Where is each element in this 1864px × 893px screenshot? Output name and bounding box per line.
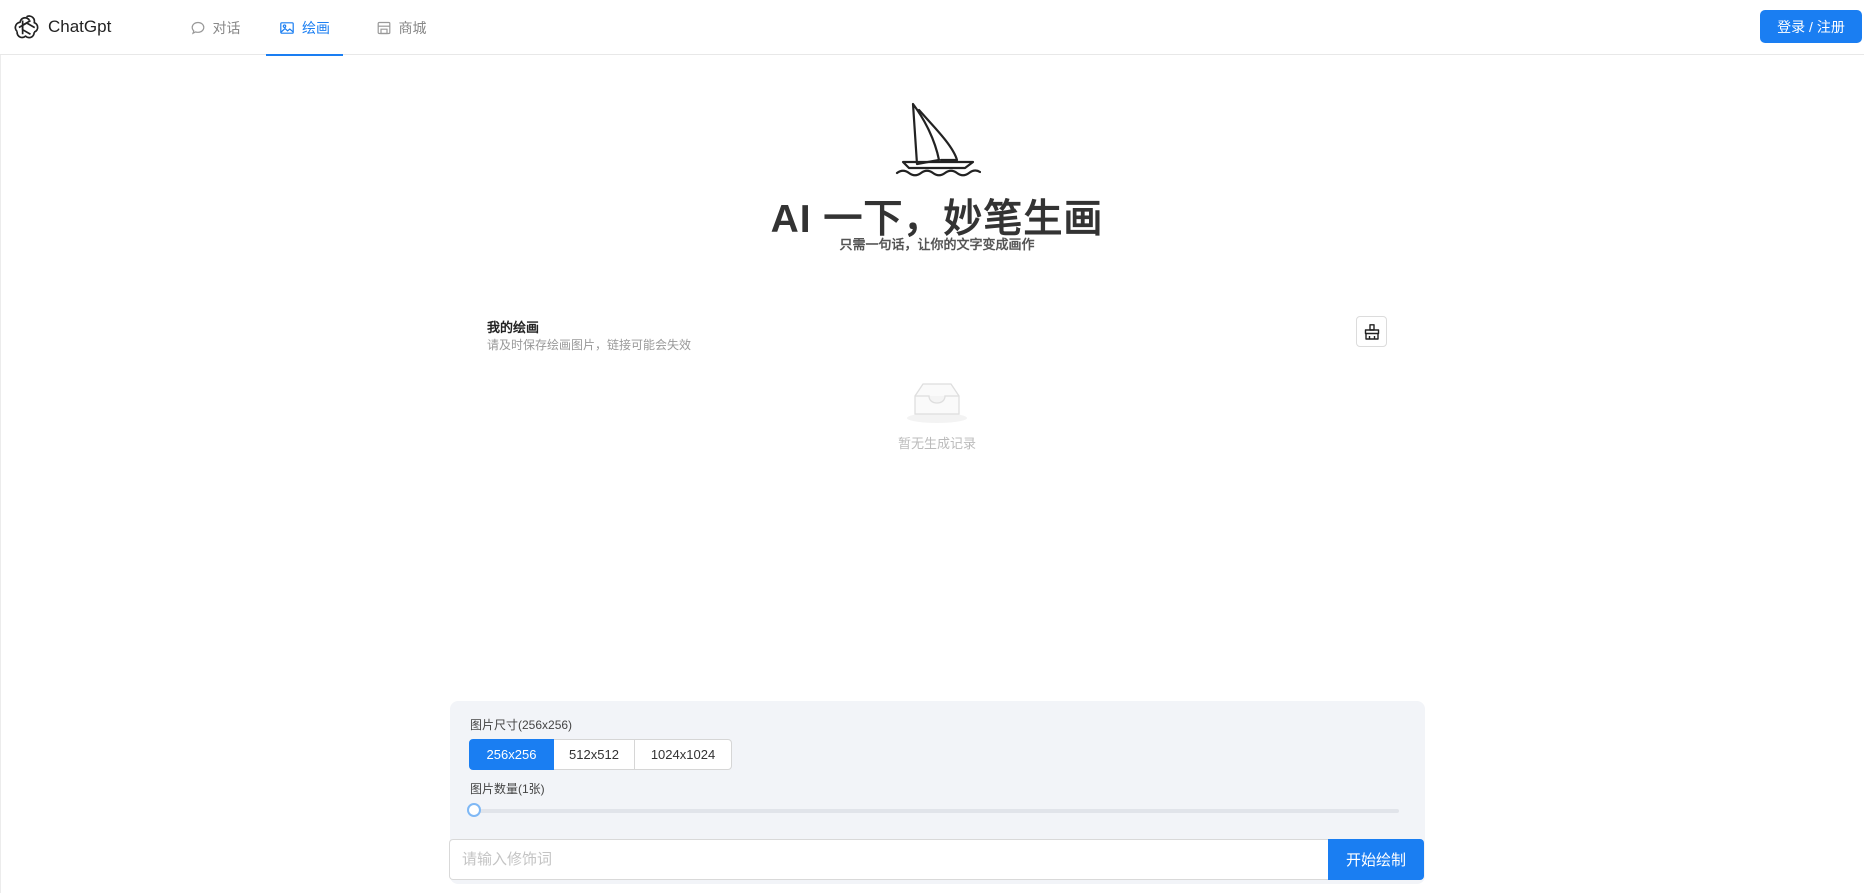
image-count-slider-track[interactable] [473, 809, 1399, 813]
login-register-button[interactable]: 登录 / 注册 [1760, 10, 1862, 43]
store-icon [376, 20, 392, 36]
empty-inbox-icon [907, 383, 967, 423]
sailboat-logo-icon [895, 102, 981, 177]
chat-bubble-icon [190, 20, 206, 36]
my-drawings-title: 我的绘画 [487, 320, 540, 335]
nav-tab-store[interactable]: 商城 [366, 0, 436, 55]
my-drawings-subtitle: 请及时保存绘画图片，链接可能会失效 [487, 338, 692, 352]
main-nav: 对话 绘画 商城 [170, 0, 427, 56]
nav-tab-store-label: 商城 [398, 19, 427, 36]
brand-logo[interactable]: ChatGpt [12, 12, 111, 42]
nav-tab-draw[interactable]: 绘画 [266, 0, 343, 56]
start-drawing-button[interactable]: 开始绘制 [1328, 839, 1424, 880]
top-header: ChatGpt 对话 绘画 商城 登录 / 注册 [0, 0, 1864, 56]
nav-tab-chat[interactable]: 对话 [170, 0, 260, 55]
nav-tab-draw-label: 绘画 [302, 19, 330, 36]
empty-state-text: 暂无生成记录 [897, 436, 976, 451]
brand-name: ChatGpt [48, 17, 112, 36]
image-size-label: 图片尺寸(256x256) [470, 718, 573, 732]
image-count-label: 图片数量(1张) [470, 782, 545, 796]
page-left-border [0, 55, 1, 893]
hero-subtitle: 只需一句话，让你的文字变成画作 [839, 237, 1035, 252]
nav-tab-chat-label: 对话 [212, 19, 241, 36]
size-option-1024[interactable]: 1024x1024 [634, 739, 732, 770]
size-option-512[interactable]: 512x512 [553, 739, 635, 770]
broom-icon [1364, 323, 1379, 340]
clear-history-button[interactable] [1356, 316, 1387, 347]
size-option-256[interactable]: 256x256 [469, 739, 554, 770]
prompt-input[interactable] [449, 839, 1329, 880]
image-size-selector: 256x256 512x512 1024x1024 [469, 739, 732, 770]
image-count-slider-handle[interactable] [467, 803, 481, 817]
image-icon [279, 20, 295, 36]
openai-logo-icon [14, 14, 39, 38]
